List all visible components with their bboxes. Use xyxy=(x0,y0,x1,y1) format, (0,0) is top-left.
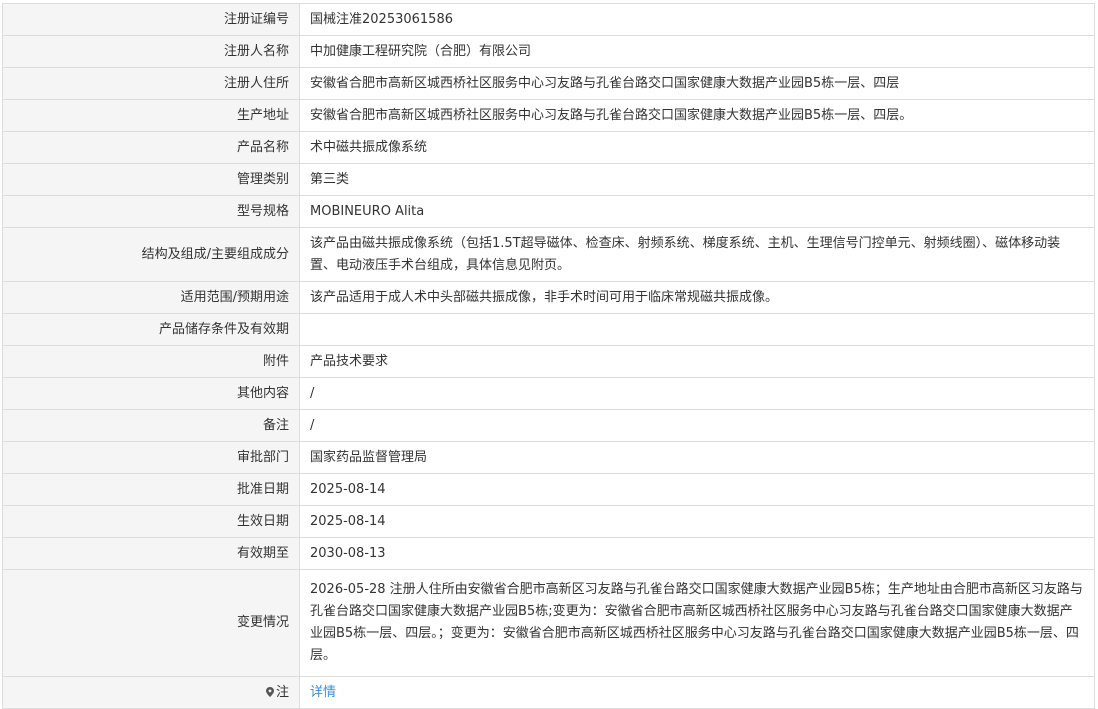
field-value: 2025-08-14 xyxy=(299,505,1095,538)
field-value: 国械注准20253061586 xyxy=(299,3,1095,36)
field-value: 中加健康工程研究院（合肥）有限公司 xyxy=(299,35,1095,68)
field-label: 型号规格 xyxy=(2,195,300,228)
table-row: 注册人名称 中加健康工程研究院（合肥）有限公司 xyxy=(2,35,1095,68)
registration-details: 注册证编号 国械注准20253061586 注册人名称 中加健康工程研究院（合肥… xyxy=(2,3,1095,709)
table-row: 批准日期 2025-08-14 xyxy=(2,473,1095,506)
table-row: 变更情况 2026-05-28 注册人住所由安徽省合肥市高新区习友路与孔雀台路交… xyxy=(2,569,1095,677)
table-row: 结构及组成/主要组成成分 该产品由磁共振成像系统（包括1.5T超导磁体、检查床、… xyxy=(2,227,1095,282)
field-value: 该产品适用于成人术中头部磁共振成像，非手术时间可用于临床常规磁共振成像。 xyxy=(299,281,1095,314)
note-label-cell: 注 xyxy=(2,676,300,709)
details-link[interactable]: 详情 xyxy=(310,685,336,700)
table-row: 有效期至 2030-08-13 xyxy=(2,537,1095,570)
field-value: / xyxy=(299,409,1095,442)
table-row: 产品储存条件及有效期 xyxy=(2,313,1095,346)
table-row: 附件 产品技术要求 xyxy=(2,345,1095,378)
field-label: 审批部门 xyxy=(2,441,300,474)
location-pin-icon xyxy=(265,686,274,697)
field-value: 安徽省合肥市高新区城西桥社区服务中心习友路与孔雀台路交口国家健康大数据产业园B5… xyxy=(299,99,1095,132)
field-label: 附件 xyxy=(2,345,300,378)
table-row: 备注 / xyxy=(2,409,1095,442)
table-row: 注册证编号 国械注准20253061586 xyxy=(2,3,1095,36)
field-value: 2025-08-14 xyxy=(299,473,1095,506)
note-value: 详情 xyxy=(299,676,1095,709)
field-label: 有效期至 xyxy=(2,537,300,570)
field-label: 产品储存条件及有效期 xyxy=(2,313,300,346)
field-value xyxy=(299,313,1095,346)
field-label: 注册人住所 xyxy=(2,67,300,100)
field-value: 产品技术要求 xyxy=(299,345,1095,378)
field-label: 生效日期 xyxy=(2,505,300,538)
field-label: 生产地址 xyxy=(2,99,300,132)
field-label: 备注 xyxy=(2,409,300,442)
field-value: MOBINEURO Alita xyxy=(299,195,1095,228)
table-row: 适用范围/预期用途 该产品适用于成人术中头部磁共振成像，非手术时间可用于临床常规… xyxy=(2,281,1095,314)
table-row: 生效日期 2025-08-14 xyxy=(2,505,1095,538)
table-row: 其他内容 / xyxy=(2,377,1095,410)
field-label: 结构及组成/主要组成成分 xyxy=(2,227,300,282)
table-row: 注册人住所 安徽省合肥市高新区城西桥社区服务中心习友路与孔雀台路交口国家健康大数… xyxy=(2,67,1095,100)
field-value: 国家药品监督管理局 xyxy=(299,441,1095,474)
field-label: 适用范围/预期用途 xyxy=(2,281,300,314)
field-value: 该产品由磁共振成像系统（包括1.5T超导磁体、检查床、射频系统、梯度系统、主机、… xyxy=(299,227,1095,282)
field-value: / xyxy=(299,377,1095,410)
field-label: 注册证编号 xyxy=(2,3,300,36)
field-value: 第三类 xyxy=(299,163,1095,196)
field-label: 批准日期 xyxy=(2,473,300,506)
table-row: 注 详情 xyxy=(2,676,1095,709)
table-row: 产品名称 术中磁共振成像系统 xyxy=(2,131,1095,164)
table-row: 型号规格 MOBINEURO Alita xyxy=(2,195,1095,228)
registration-table: 注册证编号 国械注准20253061586 注册人名称 中加健康工程研究院（合肥… xyxy=(2,3,1095,709)
field-value: 安徽省合肥市高新区城西桥社区服务中心习友路与孔雀台路交口国家健康大数据产业园B5… xyxy=(299,67,1095,100)
note-label: 注 xyxy=(275,684,289,700)
field-label: 管理类别 xyxy=(2,163,300,196)
field-value: 2026-05-28 注册人住所由安徽省合肥市高新区习友路与孔雀台路交口国家健康… xyxy=(299,569,1095,677)
table-row: 生产地址 安徽省合肥市高新区城西桥社区服务中心习友路与孔雀台路交口国家健康大数据… xyxy=(2,99,1095,132)
field-label: 注册人名称 xyxy=(2,35,300,68)
field-value: 2030-08-13 xyxy=(299,537,1095,570)
table-row: 审批部门 国家药品监督管理局 xyxy=(2,441,1095,474)
field-label: 变更情况 xyxy=(2,569,300,677)
field-value: 术中磁共振成像系统 xyxy=(299,131,1095,164)
field-label: 产品名称 xyxy=(2,131,300,164)
table-row: 管理类别 第三类 xyxy=(2,163,1095,196)
field-label: 其他内容 xyxy=(2,377,300,410)
